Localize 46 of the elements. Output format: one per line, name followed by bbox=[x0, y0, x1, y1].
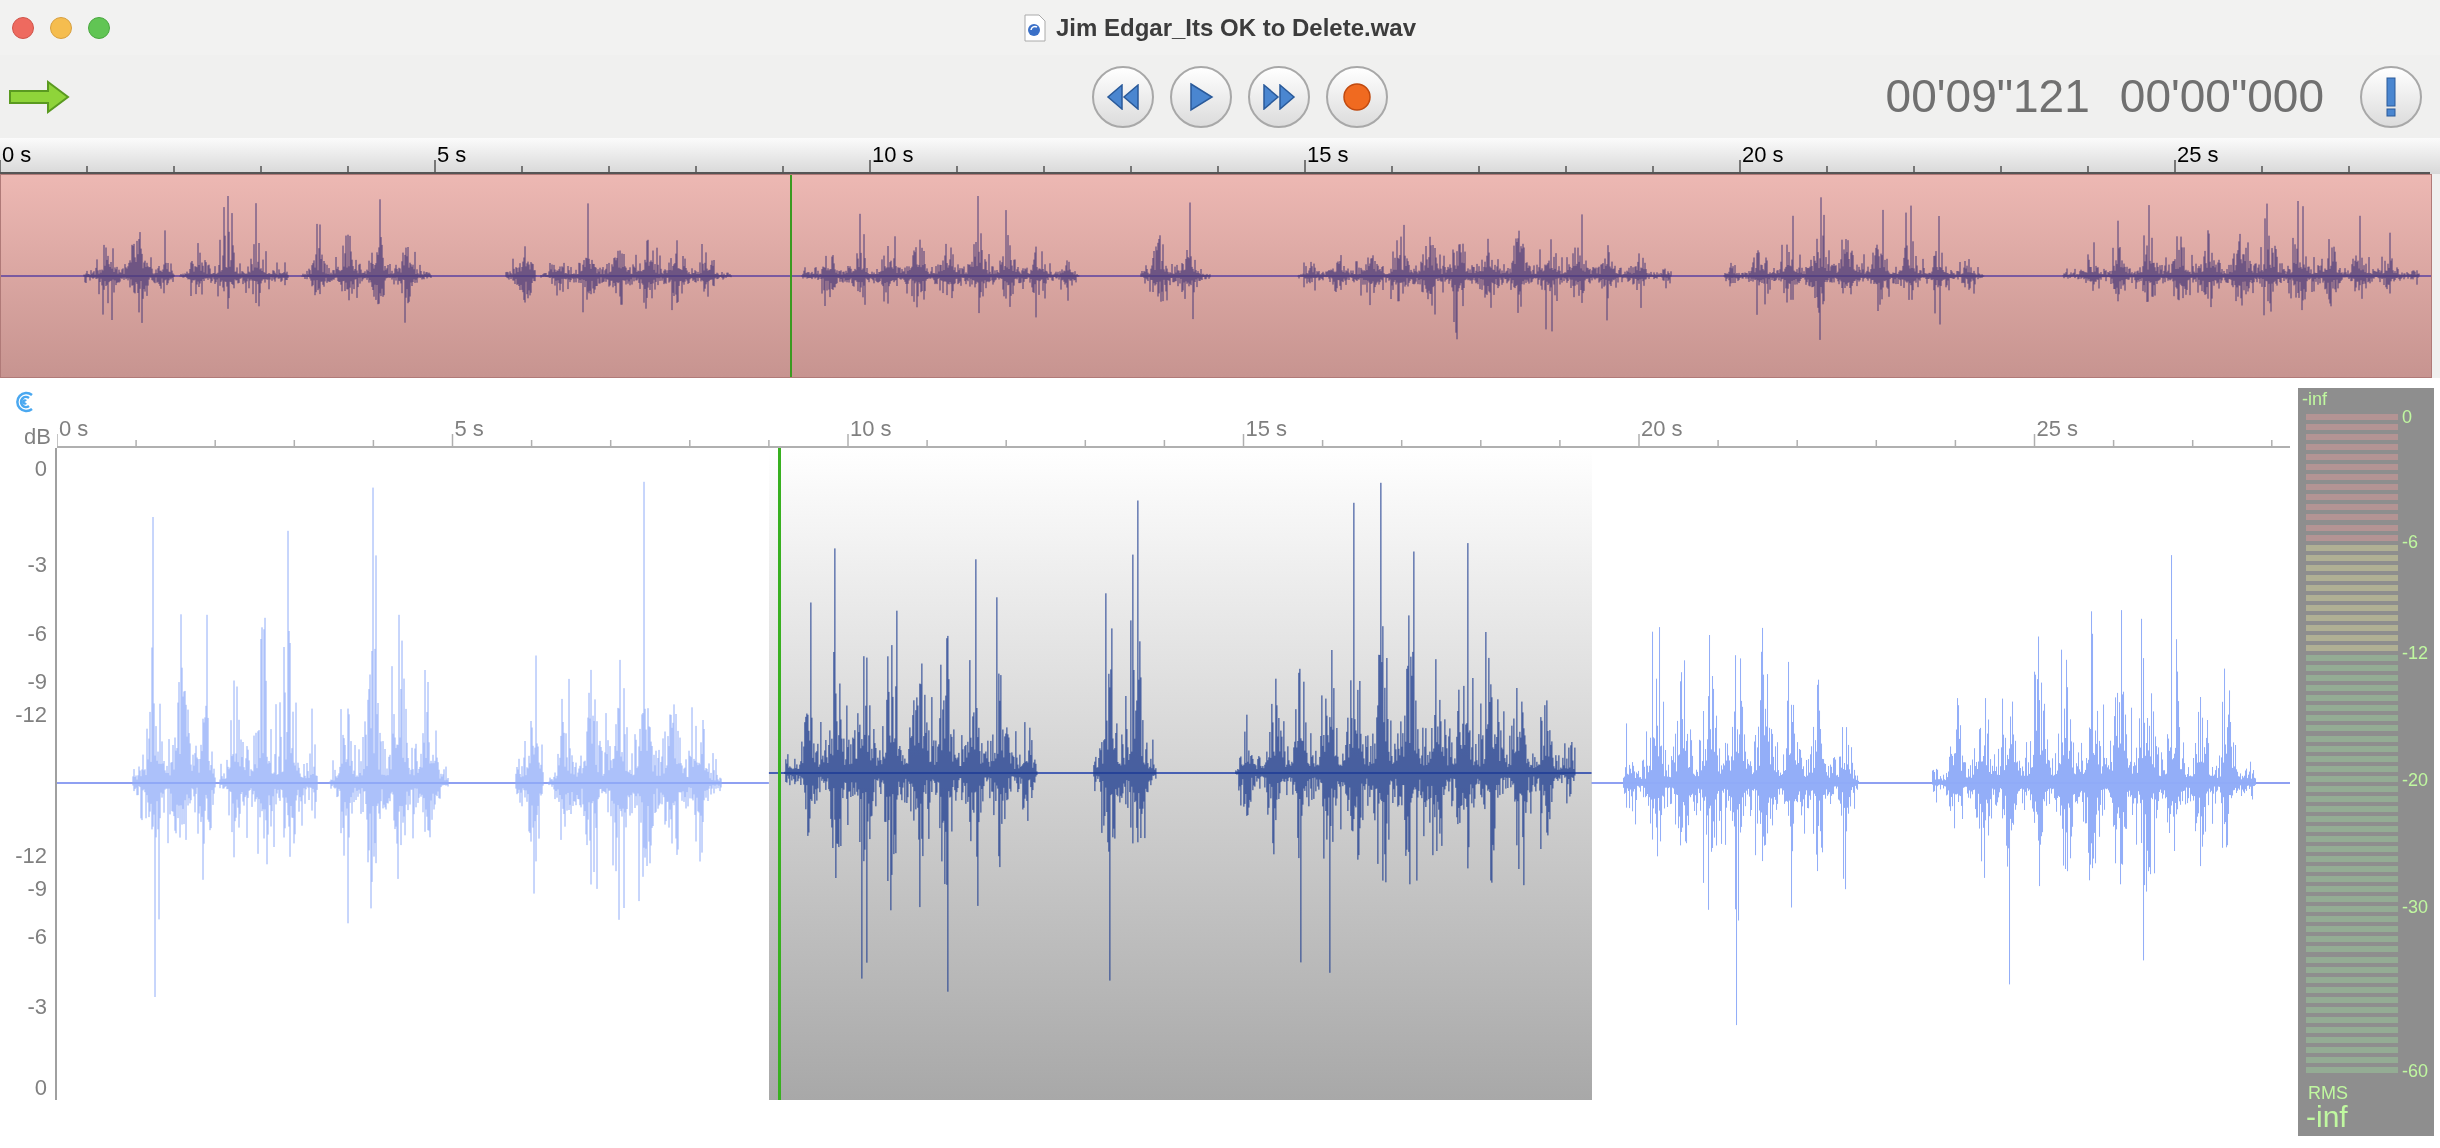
ruler-label: 15 s bbox=[1307, 144, 1349, 166]
db-tick-label: -3 bbox=[27, 996, 47, 1018]
play-icon bbox=[1188, 81, 1214, 112]
document-icon bbox=[1023, 13, 1046, 42]
ruler-label: 5 s bbox=[454, 418, 484, 440]
ruler-label: 15 s bbox=[1245, 418, 1288, 440]
db-tick-label: -6 bbox=[27, 926, 47, 948]
ruler-label: 25 s bbox=[2177, 144, 2219, 166]
rewind-icon bbox=[1106, 83, 1140, 110]
db-tick-label: -9 bbox=[27, 671, 47, 693]
meter-scale-label: -12 bbox=[2402, 643, 2428, 662]
db-tick-label: 0 bbox=[34, 458, 47, 480]
playhead-line[interactable] bbox=[790, 175, 793, 377]
exclamation-icon bbox=[2384, 76, 2398, 117]
meter-scale-label: -60 bbox=[2402, 1062, 2428, 1080]
ruler-label: 5 s bbox=[437, 144, 467, 166]
ruler-label: 10 s bbox=[850, 418, 892, 440]
ruler-label: 25 s bbox=[2036, 418, 2079, 440]
rms-readout: -inf bbox=[2305, 1102, 2349, 1132]
arrow-right-icon[interactable] bbox=[8, 79, 70, 114]
db-tick-label: -6 bbox=[27, 623, 47, 645]
fast-forward-icon bbox=[1262, 83, 1296, 110]
time-readout: 00'09"121 bbox=[1885, 69, 2090, 124]
ruler-label: 20 s bbox=[1742, 144, 1784, 166]
time-readout: 00'00"000 bbox=[2119, 69, 2324, 124]
meter-scale-label: -30 bbox=[2402, 898, 2428, 917]
ruler-label: 0 s bbox=[59, 418, 89, 440]
db-tick-label: -9 bbox=[27, 878, 47, 900]
db-tick-label: -3 bbox=[27, 554, 47, 576]
playhead-line[interactable] bbox=[778, 448, 782, 1100]
db-tick-label: -12 bbox=[15, 845, 47, 867]
close-button[interactable] bbox=[12, 16, 34, 39]
meter-scale-label: -6 bbox=[2402, 532, 2418, 551]
ruler-label: 20 s bbox=[1641, 418, 1683, 440]
record-icon bbox=[1342, 81, 1372, 112]
zoom-button[interactable] bbox=[88, 16, 110, 39]
meter-peak-readout: -inf bbox=[2302, 390, 2328, 411]
rms-label: RMS bbox=[2307, 1084, 2349, 1102]
ruler-label: 10 s bbox=[872, 144, 914, 166]
meter-scale-label: -20 bbox=[2402, 771, 2428, 790]
db-tick-label: -12 bbox=[15, 704, 47, 726]
db-tick-label: 0 bbox=[34, 1077, 47, 1099]
meter-scale-label: 0 bbox=[2402, 408, 2412, 426]
ruler-label: 0 s bbox=[2, 144, 32, 166]
db-axis-label: dB bbox=[24, 426, 51, 448]
window-title: Jim Edgar_Its OK to Delete.wav bbox=[1055, 12, 1417, 43]
